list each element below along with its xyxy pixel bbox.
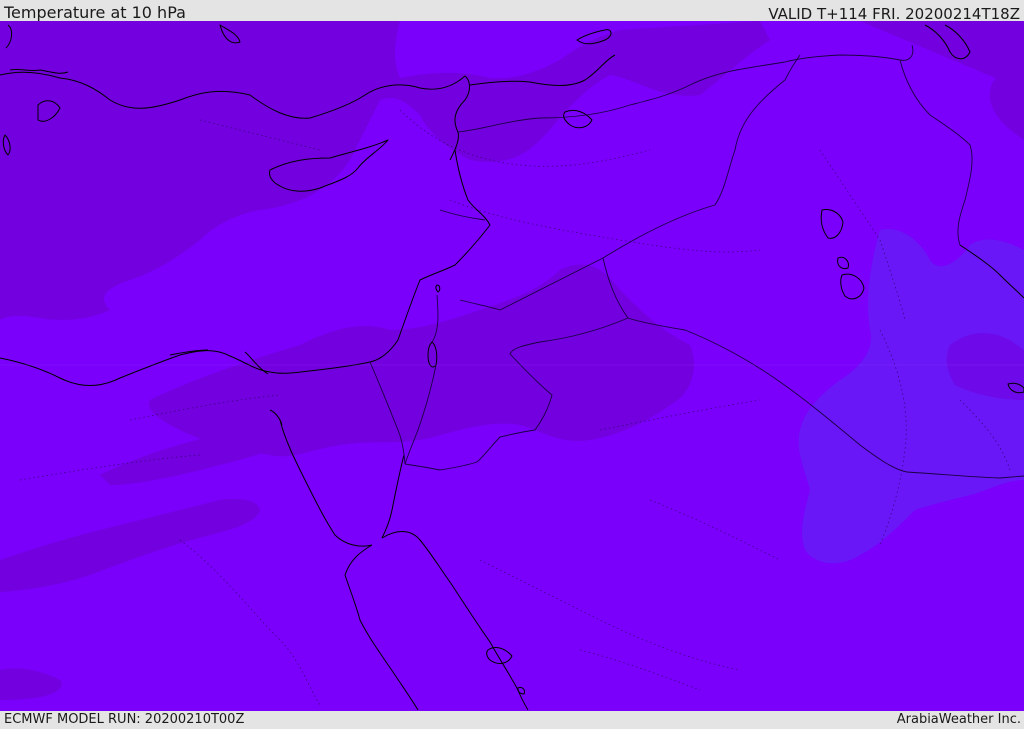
credit-label: ArabiaWeather Inc. [896, 712, 1021, 727]
header-bar: Temperature at 10 hPa VALID T+114 FRI. 2… [0, 0, 1024, 23]
footer-bar: ECMWF MODEL RUN: 20200210T00Z ArabiaWeat… [0, 711, 1024, 729]
model-run-label: ECMWF MODEL RUN: 20200210T00Z [4, 712, 245, 727]
map-title: Temperature at 10 hPa [4, 3, 186, 22]
map-canvas [0, 21, 1024, 711]
temperature-map [0, 21, 1024, 711]
